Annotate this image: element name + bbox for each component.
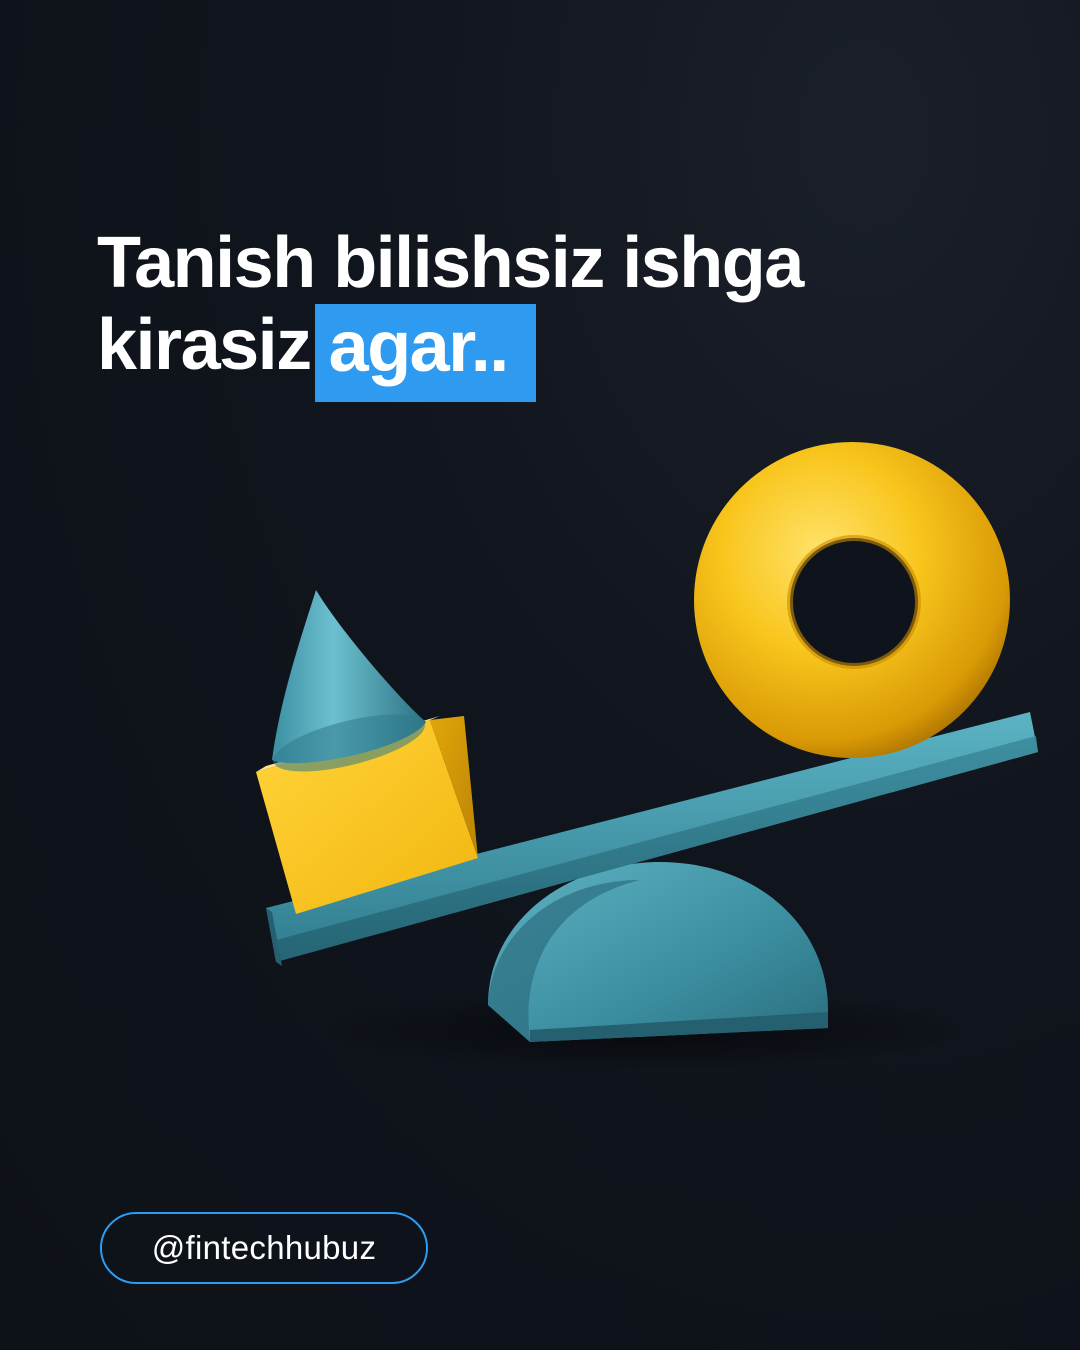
headline-line-1: Tanish bilishsiz ishga xyxy=(97,223,804,303)
seesaw-illustration xyxy=(256,442,1038,1070)
headline-highlight: agar.. xyxy=(314,304,536,402)
post-canvas: Tanish bilishsiz ishga kirasiz agar.. @fi… xyxy=(0,0,1080,1350)
headline-line-2: kirasiz agar.. xyxy=(97,304,997,402)
yellow-torus xyxy=(694,442,1010,758)
headline-line-2-prefix: kirasiz xyxy=(97,305,312,385)
headline: Tanish bilishsiz ishga kirasiz agar.. xyxy=(97,222,997,402)
social-handle-button[interactable]: @fintechhubuz xyxy=(100,1212,428,1284)
